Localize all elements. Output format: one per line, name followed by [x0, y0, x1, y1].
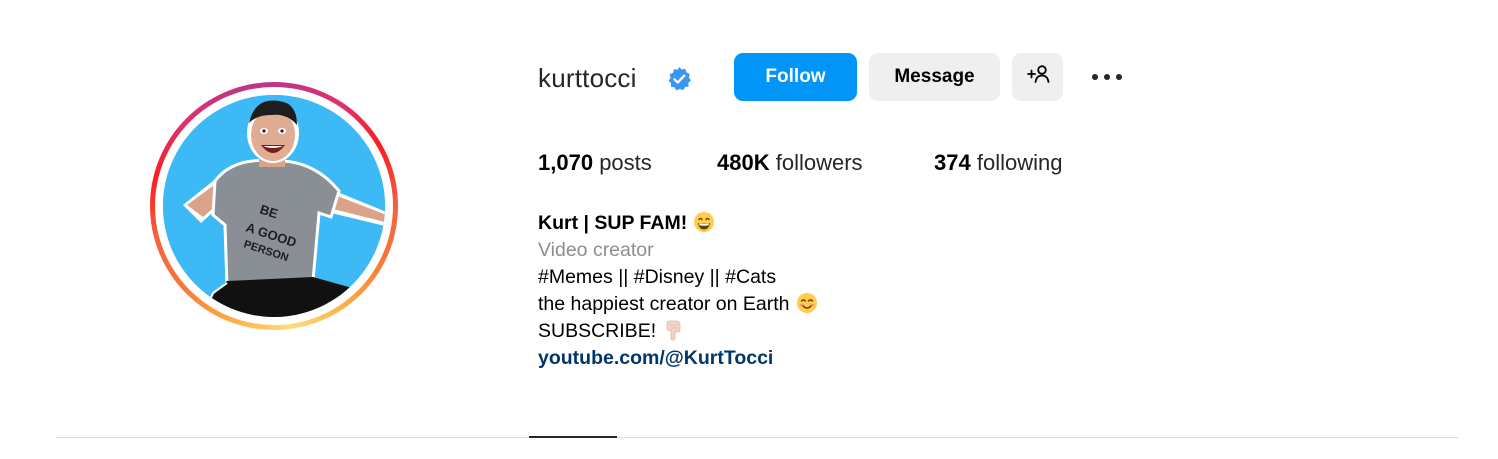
- following-label: following: [976, 150, 1063, 175]
- bio-tagline: the happiest creator on Earth: [538, 293, 790, 315]
- message-button[interactable]: Message: [869, 53, 1000, 101]
- followers-count: 480K: [717, 150, 770, 175]
- active-tab-indicator: [529, 436, 617, 438]
- following-stat[interactable]: 374 following: [934, 148, 1062, 178]
- person-add-icon: [1026, 64, 1050, 90]
- bio-subscribe: SUBSCRIBE!: [538, 320, 657, 342]
- followers-label: followers: [775, 150, 863, 175]
- bio-subscribe-line: SUBSCRIBE!: [538, 318, 818, 345]
- avatar-ring-gap: BE A GOOD PERSON: [155, 87, 393, 325]
- avatar[interactable]: BE A GOOD PERSON: [163, 95, 385, 317]
- bio-category: Video creator: [538, 239, 654, 261]
- bio-link[interactable]: youtube.com/@KurtTocci: [538, 347, 773, 369]
- bio-link-line: youtube.com/@KurtTocci: [538, 345, 818, 372]
- posts-stat: 1,070 posts: [538, 148, 652, 178]
- profile-page: BE A GOOD PERSON kurttocci Follow Messag…: [0, 0, 1498, 459]
- tabs-divider: [56, 437, 1458, 438]
- avatar-story-ring[interactable]: BE A GOOD PERSON: [150, 82, 398, 330]
- add-user-button[interactable]: [1012, 53, 1063, 101]
- more-options-button[interactable]: [1085, 60, 1129, 94]
- follow-button[interactable]: Follow: [734, 53, 857, 101]
- posts-label: posts: [599, 150, 652, 175]
- avatar-image: BE A GOOD PERSON: [163, 95, 385, 317]
- bio-tagline-line: the happiest creator on Earth: [538, 291, 818, 318]
- following-count: 374: [934, 150, 971, 175]
- bio-name: Kurt | SUP FAM!: [538, 212, 688, 234]
- bio-name-line: Kurt | SUP FAM!: [538, 210, 818, 237]
- more-options-icon: [1090, 68, 1124, 86]
- smiling-face-emoji-icon: [796, 292, 818, 322]
- verified-badge-icon: [666, 66, 692, 92]
- username: kurttocci: [538, 63, 637, 93]
- bio-hashtags: #Memes || #Disney || #Cats: [538, 266, 777, 288]
- posts-count: 1,070: [538, 150, 594, 175]
- bio: Kurt | SUP FAM! Video creator #Memes || …: [538, 210, 818, 372]
- grinning-face-emoji-icon: [693, 211, 715, 241]
- followers-stat[interactable]: 480K followers: [717, 148, 863, 178]
